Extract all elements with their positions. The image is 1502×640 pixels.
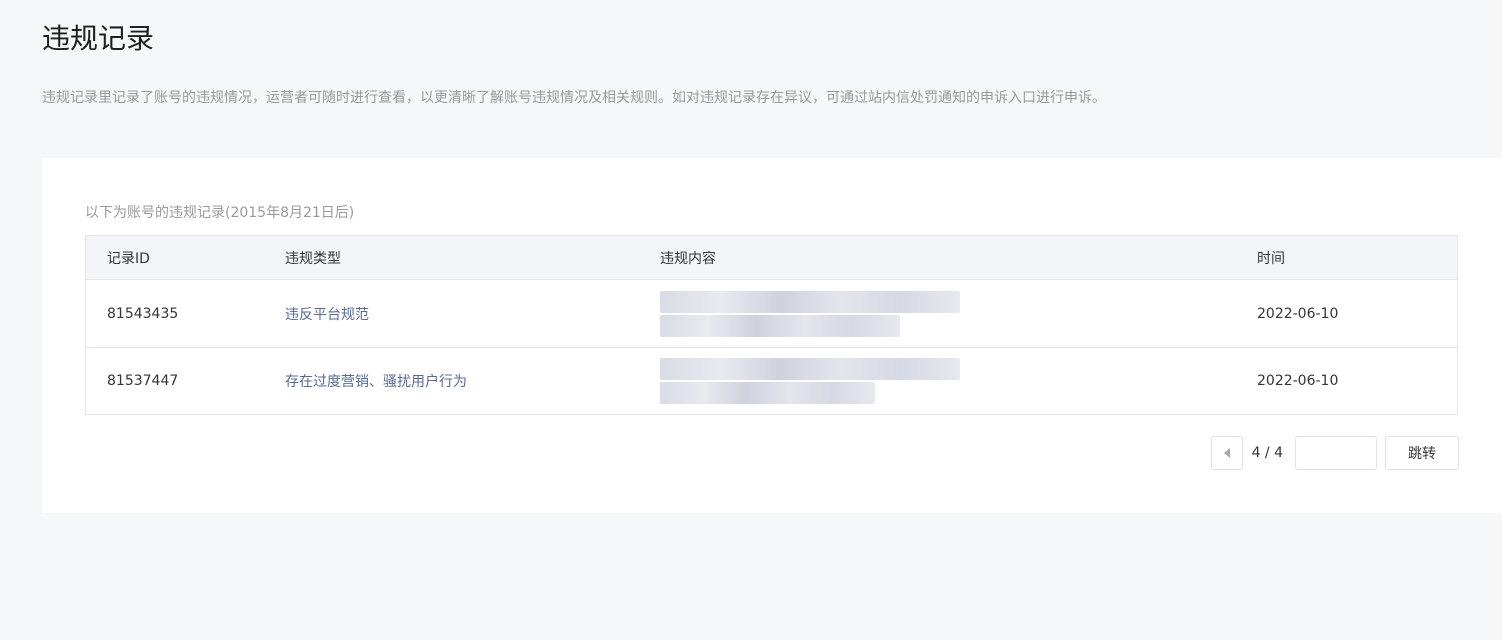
record-time: 2022-06-10 — [1257, 305, 1339, 322]
table-row: 81537447 存在过度营销、骚扰用户行为 2022-06-10 — [86, 348, 1457, 414]
page-jump-input[interactable] — [1295, 436, 1377, 470]
previous-page-button[interactable] — [1210, 436, 1243, 470]
records-card: 以下为账号的违规记录(2015年8月21日后) 记录ID 违规类型 违规内容 时… — [42, 158, 1502, 513]
column-header-type: 违规类型 — [285, 250, 341, 267]
table-header: 记录ID 违规类型 违规内容 时间 — [86, 236, 1457, 280]
records-caption: 以下为账号的违规记录(2015年8月21日后) — [85, 205, 355, 221]
record-id: 81537447 — [107, 373, 179, 389]
record-id: 81543435 — [107, 305, 179, 322]
column-header-content: 违规内容 — [660, 250, 716, 267]
violation-type: 违反平台规范 — [285, 306, 369, 323]
column-header-id: 记录ID — [107, 250, 150, 267]
violation-content-blurred — [660, 280, 960, 347]
page-indicator: 4 / 4 — [1251, 445, 1283, 461]
record-time: 2022-06-10 — [1257, 373, 1339, 389]
jump-button[interactable]: 跳转 — [1385, 436, 1459, 470]
violation-type: 存在过度营销、骚扰用户行为 — [285, 374, 467, 390]
page-description: 违规记录里记录了账号的违规情况，运营者可随时进行查看，以更清晰了解账号违规情况及… — [42, 90, 1106, 106]
table-row: 81543435 违反平台规范 2022-06-10 — [86, 280, 1457, 348]
page-title: 违规记录 — [42, 22, 155, 55]
records-table: 记录ID 违规类型 违规内容 时间 81543435 违反平台规范 2022-0… — [85, 235, 1458, 415]
violation-content-blurred — [660, 348, 960, 414]
pagination: 4 / 4 跳转 — [1210, 436, 1459, 470]
caret-left-icon — [1223, 448, 1230, 458]
column-header-time: 时间 — [1257, 250, 1285, 267]
